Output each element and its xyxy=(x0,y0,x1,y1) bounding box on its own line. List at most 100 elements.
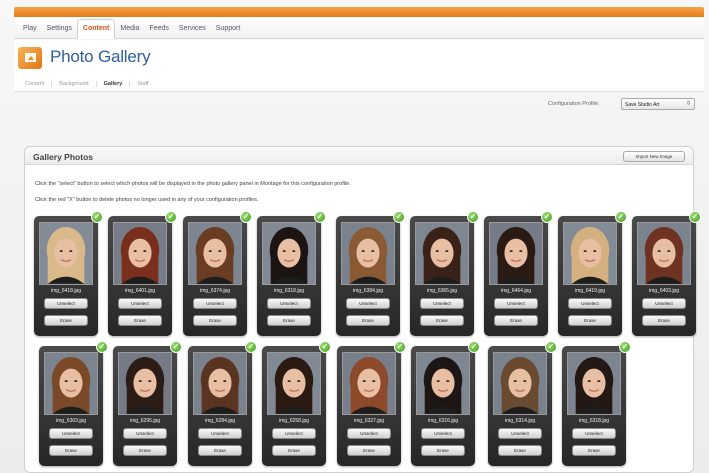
selected-check-icon: ✓ xyxy=(96,341,108,353)
photo-card: img_6318.jpg Unselect Erase ✓ xyxy=(257,211,326,336)
erase-button[interactable]: Erase xyxy=(49,445,93,456)
config-profile-label: Configuration Profile: xyxy=(548,101,600,107)
erase-button[interactable]: Erase xyxy=(346,315,390,326)
portrait-thumbnail[interactable] xyxy=(637,222,691,285)
photo-card: img_6365.jpg Unselect Erase ✓ xyxy=(410,211,479,336)
gallery-title: Gallery Photos xyxy=(33,152,93,162)
portrait-thumbnail[interactable] xyxy=(267,352,321,415)
selected-check-icon: ✓ xyxy=(319,341,331,353)
config-profile-select[interactable]: Save Studio Art ⇳ xyxy=(621,98,695,110)
erase-button[interactable]: Erase xyxy=(494,315,538,326)
selected-check-icon: ✓ xyxy=(468,341,480,353)
erase-button[interactable]: Erase xyxy=(421,445,465,456)
portrait-thumbnail[interactable] xyxy=(193,352,247,415)
gallery-panel-header: Gallery Photos Import New Image xyxy=(25,147,693,165)
app-window: Play Settings Content Media Feeds Services Sup… xyxy=(0,0,709,473)
unselect-button[interactable]: Unselect xyxy=(123,428,167,439)
subnav-item-content[interactable]: Content xyxy=(18,80,53,87)
selected-check-icon: ✓ xyxy=(245,341,257,353)
photo-filename: img_6316.jpg xyxy=(427,418,459,424)
unselect-button[interactable]: Unselect xyxy=(193,298,237,309)
selected-check-icon: ✓ xyxy=(170,341,182,353)
photo-filename: img_6284.jpg xyxy=(204,418,236,424)
photo-card: img_6314.jpg Unselect Erase ✓ xyxy=(488,341,557,466)
photo-filename: img_6318.jpg xyxy=(273,288,305,294)
unselect-button[interactable]: Unselect xyxy=(118,298,162,309)
brand-bar xyxy=(14,7,704,17)
erase-button[interactable]: Erase xyxy=(420,315,464,326)
unselect-button[interactable]: Unselect xyxy=(347,428,391,439)
portrait-thumbnail[interactable] xyxy=(39,222,93,285)
photo-card: img_6464.jpg Unselect Erase ✓ xyxy=(484,211,553,336)
portrait-thumbnail[interactable] xyxy=(416,352,470,415)
erase-button[interactable]: Erase xyxy=(347,445,391,456)
unselect-button[interactable]: Unselect xyxy=(346,298,390,309)
photo-filename: img_6401.jpg xyxy=(124,288,156,294)
erase-button[interactable]: Erase xyxy=(267,315,311,326)
portrait-thumbnail[interactable] xyxy=(113,222,167,285)
photo-card: img_6419.jpg Unselect Erase ✓ xyxy=(558,211,627,336)
chevron-updown-icon: ⇳ xyxy=(685,101,691,107)
erase-button[interactable]: Erase xyxy=(272,445,316,456)
erase-button[interactable]: Erase xyxy=(642,315,686,326)
unselect-button[interactable]: Unselect xyxy=(421,428,465,439)
tab-settings[interactable]: Settings xyxy=(42,18,77,38)
selected-check-icon: ✓ xyxy=(91,211,103,223)
erase-button[interactable]: Erase xyxy=(198,445,242,456)
subnav-item-background[interactable]: Background xyxy=(52,80,97,87)
portrait-thumbnail[interactable] xyxy=(563,222,617,285)
portrait-thumbnail[interactable] xyxy=(262,222,316,285)
portrait-thumbnail[interactable] xyxy=(567,352,621,415)
erase-button[interactable]: Erase xyxy=(44,315,88,326)
photo-filename: img_6318.jpg xyxy=(578,418,610,424)
unselect-button[interactable]: Unselect xyxy=(49,428,93,439)
tab-media[interactable]: Media xyxy=(115,18,144,38)
portrait-thumbnail[interactable] xyxy=(44,352,98,415)
photo-card: img_6303.jpg Unselect Erase ✓ xyxy=(39,341,108,466)
photo-gallery-icon xyxy=(18,47,42,69)
portrait-thumbnail[interactable] xyxy=(489,222,543,285)
photo-card: img_6284.jpg Unselect Erase ✓ xyxy=(188,341,257,466)
photo-filename: img_6314.jpg xyxy=(504,418,536,424)
portrait-thumbnail[interactable] xyxy=(188,222,242,285)
tab-support[interactable]: Support xyxy=(211,18,246,38)
erase-button[interactable]: Erase xyxy=(568,315,612,326)
selected-check-icon: ✓ xyxy=(240,211,252,223)
unselect-button[interactable]: Unselect xyxy=(572,428,616,439)
unselect-button[interactable]: Unselect xyxy=(498,428,542,439)
subnav-item-gallery[interactable]: Gallery xyxy=(97,80,131,87)
tab-content[interactable]: Content xyxy=(76,19,116,39)
portrait-thumbnail[interactable] xyxy=(118,352,172,415)
portrait-thumbnail[interactable] xyxy=(341,222,395,285)
tab-feeds[interactable]: Feeds xyxy=(144,18,173,38)
unselect-button[interactable]: Unselect xyxy=(198,428,242,439)
unselect-button[interactable]: Unselect xyxy=(420,298,464,309)
subnav-item-staff[interactable]: Staff xyxy=(130,81,155,87)
erase-button[interactable]: Erase xyxy=(572,445,616,456)
photo-filename: img_6418.jpg xyxy=(50,288,82,294)
photo-filename: img_6295.jpg xyxy=(129,418,161,424)
import-image-button[interactable]: Import New Image xyxy=(623,151,685,162)
photo-filename: img_6303.jpg xyxy=(55,418,87,424)
photo-card: img_6403.jpg Unselect Erase ✓ xyxy=(632,211,701,336)
unselect-button[interactable]: Unselect xyxy=(267,298,311,309)
unselect-button[interactable]: Unselect xyxy=(272,428,316,439)
portrait-thumbnail[interactable] xyxy=(415,222,469,285)
selected-check-icon: ✓ xyxy=(615,211,627,223)
selected-check-icon: ✓ xyxy=(619,341,631,353)
erase-button[interactable]: Erase xyxy=(123,445,167,456)
unselect-button[interactable]: Unselect xyxy=(642,298,686,309)
unselect-button[interactable]: Unselect xyxy=(494,298,538,309)
erase-button[interactable]: Erase xyxy=(118,315,162,326)
photo-card: img_6295.jpg Unselect Erase ✓ xyxy=(113,341,182,466)
unselect-button[interactable]: Unselect xyxy=(44,298,88,309)
tab-services[interactable]: Services xyxy=(174,18,211,38)
unselect-button[interactable]: Unselect xyxy=(568,298,612,309)
erase-button[interactable]: Erase xyxy=(193,315,237,326)
tab-play[interactable]: Play xyxy=(18,18,42,38)
portrait-thumbnail[interactable] xyxy=(342,352,396,415)
portrait-thumbnail[interactable] xyxy=(493,352,547,415)
selected-check-icon: ✓ xyxy=(394,341,406,353)
photo-card: img_6327.jpg Unselect Erase ✓ xyxy=(337,341,406,466)
erase-button[interactable]: Erase xyxy=(498,445,542,456)
